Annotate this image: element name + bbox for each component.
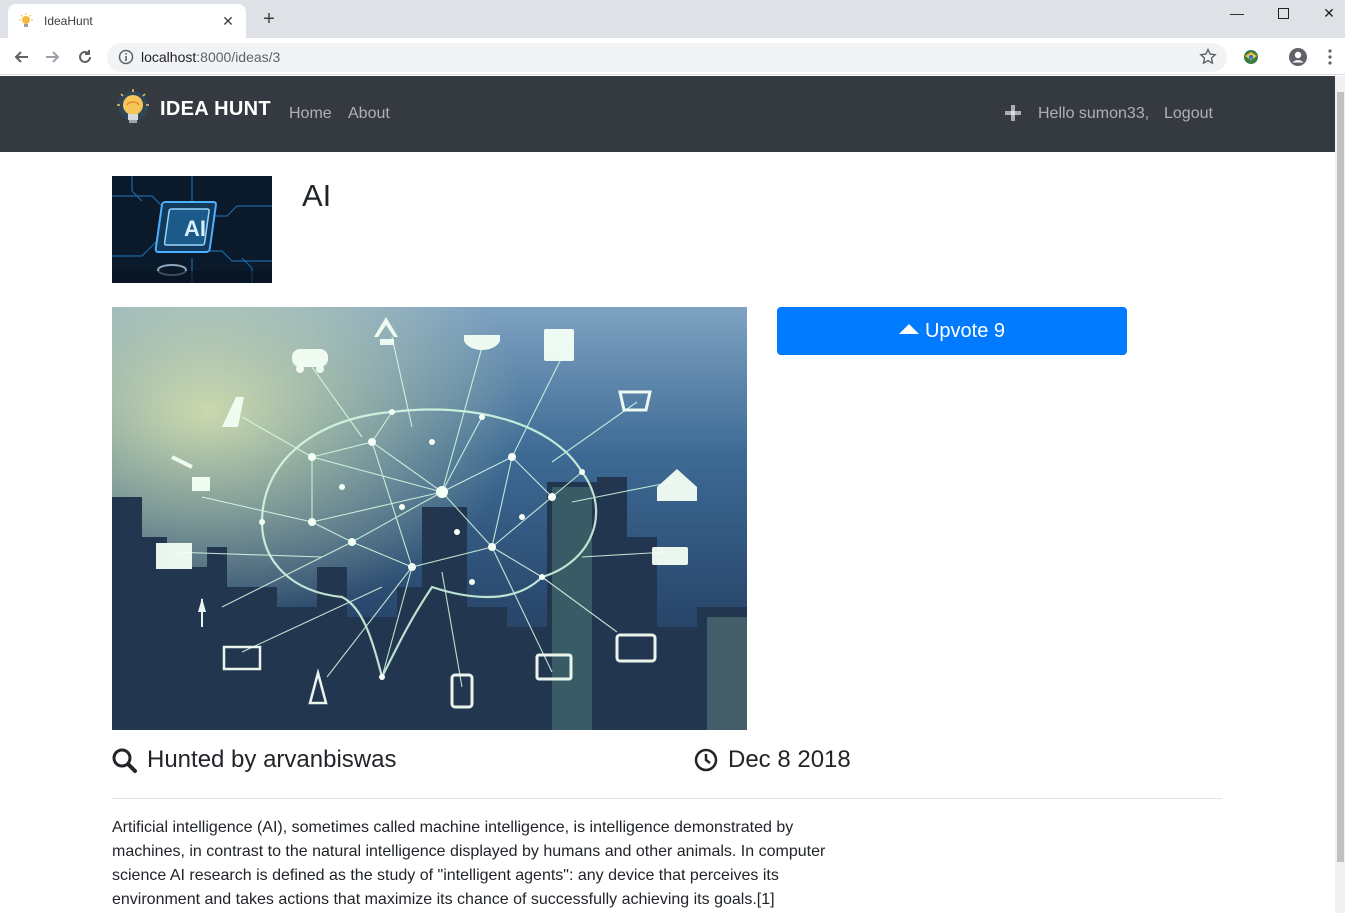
idea-title: AI (302, 178, 332, 213)
url-text[interactable]: localhost:8000/ideas/3 (141, 49, 280, 65)
minimize-icon[interactable]: — (1214, 0, 1260, 26)
new-tab-icon[interactable]: + (258, 8, 280, 30)
brand-link[interactable]: IDEA HUNT (114, 88, 271, 130)
browser-tab[interactable]: IdeaHunt ✕ (8, 4, 246, 38)
extension-icon[interactable] (1241, 47, 1261, 67)
url-path: :8000/ideas/3 (196, 49, 281, 65)
logout-link[interactable]: Logout (1164, 105, 1213, 123)
bookmark-star-icon[interactable] (1199, 48, 1217, 66)
clock-icon (694, 748, 718, 772)
idea-description: Artificial intelligence (AI), sometimes … (112, 819, 826, 908)
user-greeting: Hello sumon33, (1038, 105, 1150, 122)
url-host: localhost (141, 49, 197, 65)
triangle-up-icon (898, 324, 919, 334)
idea-thumbnail-image: AI (112, 176, 272, 283)
brand-name: IDEA HUNT (160, 97, 271, 120)
hunted-by-text: Hunted by arvanbiswas (147, 746, 397, 773)
menu-kebab-icon[interactable] (1322, 47, 1338, 67)
tab-title: IdeaHunt (44, 14, 93, 28)
forward-icon[interactable] (41, 45, 65, 69)
content-divider (112, 798, 1222, 799)
upvote-button[interactable]: Upvote 9 (777, 307, 1127, 355)
add-idea-plus-icon[interactable] (1004, 104, 1022, 122)
back-icon[interactable] (9, 45, 33, 69)
hunted-by: Hunted by arvanbiswas (112, 746, 396, 774)
scrollbar-thumb[interactable] (1337, 92, 1344, 862)
nav-home-link[interactable]: Home (289, 105, 332, 123)
tab-close-icon[interactable]: ✕ (220, 13, 236, 30)
nav-about-link[interactable]: About (348, 105, 390, 123)
info-icon[interactable] (118, 49, 134, 65)
window-close-icon[interactable]: ✕ (1306, 0, 1345, 26)
profile-icon[interactable] (1288, 47, 1308, 67)
reload-icon[interactable] (73, 45, 97, 69)
upvote-label: Upvote 9 (924, 319, 1006, 342)
bulb-favicon-icon (19, 13, 33, 27)
svg-text:AI: AI (184, 216, 206, 241)
search-icon (112, 748, 137, 773)
lightbulb-logo-icon (117, 89, 149, 123)
idea-hero-image (112, 307, 747, 730)
maximize-icon[interactable] (1260, 0, 1306, 26)
idea-date: Dec 8 2018 (694, 746, 851, 774)
date-text: Dec 8 2018 (728, 746, 851, 773)
